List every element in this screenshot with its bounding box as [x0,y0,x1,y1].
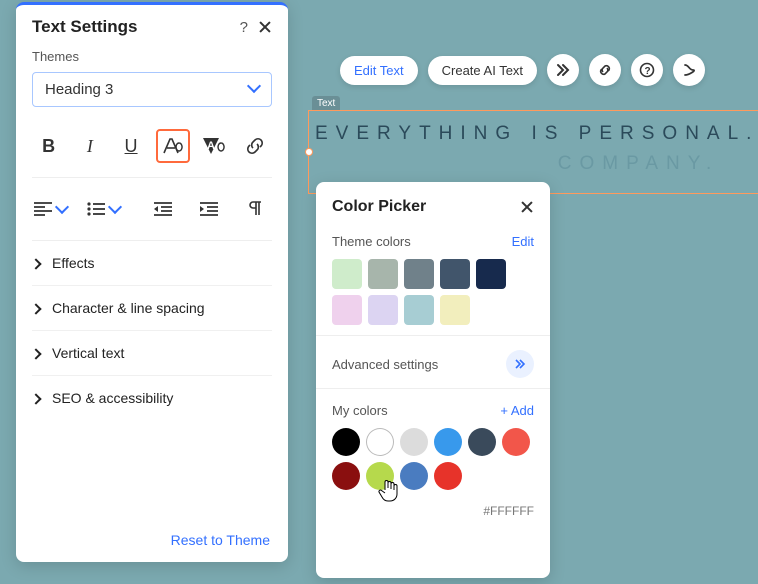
highlight-icon: A [202,136,226,156]
bold-button[interactable]: B [32,129,65,163]
underline-button[interactable]: U [114,129,147,163]
accordion-label: Vertical text [52,345,124,361]
accordion-label: SEO & accessibility [52,390,173,406]
help-icon[interactable]: ? [240,19,248,36]
create-ai-text-pill[interactable]: Create AI Text [428,56,537,85]
my-color-swatch[interactable] [400,462,428,490]
highlight-button[interactable]: A [198,129,231,163]
text-content: EVERYTHING IS PERSONAL. [315,123,758,144]
text-line-2: COMPANY. [309,153,758,175]
close-icon[interactable] [520,200,534,214]
close-icon[interactable] [258,20,272,34]
theme-color-swatch[interactable] [440,259,470,289]
theme-color-swatch[interactable] [368,259,398,289]
my-color-swatch[interactable] [366,462,394,490]
link-pill-icon[interactable] [589,54,621,86]
theme-colors-label: Theme colors [332,234,411,249]
advanced-settings-label: Advanced settings [332,357,438,372]
divider [316,335,550,336]
accordion-seo[interactable]: SEO & accessibility [32,376,272,420]
add-color-link[interactable]: + Add [500,403,534,418]
my-color-swatch[interactable] [434,428,462,456]
my-color-swatch[interactable] [400,428,428,456]
accordion-label: Effects [52,255,95,271]
element-type-label: Text [312,96,340,111]
accordion-effects[interactable]: Effects [32,241,272,286]
chevron-down-icon [110,199,120,220]
text-settings-panel: Text Settings ? Themes Heading 3 B I U [16,2,288,562]
link-button[interactable] [239,129,272,163]
theme-color-swatch[interactable] [332,295,362,325]
text-line-1: EVERYTHING IS PERSONAL. INCLUD [309,123,758,145]
chevron-down-icon [249,81,259,98]
svg-text:?: ? [645,66,651,77]
indent-button[interactable] [192,192,226,226]
align-button[interactable] [32,192,69,226]
list-button[interactable] [83,192,124,226]
advanced-settings-icon[interactable] [506,350,534,378]
my-color-swatch[interactable] [468,428,496,456]
panel-title: Text Settings [32,17,137,37]
my-color-swatch[interactable] [434,462,462,490]
my-color-swatch[interactable] [502,428,530,456]
action-pill-row: Edit Text Create AI Text ? [340,54,705,86]
accordion-label: Character & line spacing [52,300,205,316]
accordion-vertical[interactable]: Vertical text [32,331,272,376]
animation-pill-icon[interactable] [547,54,579,86]
reset-to-theme-link[interactable]: Reset to Theme [171,532,270,548]
theme-color-swatch[interactable] [368,295,398,325]
paragraph-toolbar [32,192,272,241]
theme-color-swatch[interactable] [440,295,470,325]
chevron-right-icon [32,390,40,406]
theme-color-swatch[interactable] [404,259,434,289]
my-colors-label: My colors [332,403,388,418]
italic-button[interactable]: I [73,129,106,163]
outdent-button[interactable] [146,192,180,226]
more-pill-icon[interactable] [673,54,705,86]
panel-title: Color Picker [332,198,426,216]
chevron-right-icon [32,300,40,316]
paragraph-rtl-icon [247,201,263,217]
theme-select[interactable]: Heading 3 [32,72,272,107]
text-color-icon [162,136,184,156]
theme-color-swatches [332,259,534,325]
rtl-button[interactable] [238,192,272,226]
divider [316,388,550,389]
link-icon [245,136,265,156]
my-color-swatches [332,428,534,490]
my-color-swatch[interactable] [332,428,360,456]
my-color-swatch[interactable] [332,462,360,490]
theme-color-swatch[interactable] [404,295,434,325]
resize-handle-left[interactable] [305,148,313,156]
outdent-icon [154,202,172,216]
edit-text-pill[interactable]: Edit Text [340,56,418,85]
theme-color-swatch[interactable] [476,259,506,289]
themes-label: Themes [32,49,272,64]
chevron-right-icon [32,345,40,361]
help-pill-icon[interactable]: ? [631,54,663,86]
hex-value: #FFFFFF [332,504,534,518]
text-color-button[interactable] [156,129,190,163]
bullet-list-icon [87,202,105,216]
indent-icon [200,202,218,216]
chevron-right-icon [32,255,40,271]
panel-header: Color Picker [332,198,534,216]
theme-select-value: Heading 3 [45,81,113,98]
accordion-spacing[interactable]: Character & line spacing [32,286,272,331]
theme-color-swatch[interactable] [332,259,362,289]
edit-theme-colors-link[interactable]: Edit [512,234,534,249]
accordion: Effects Character & line spacing Vertica… [32,241,272,420]
chevron-down-icon [57,199,67,220]
color-picker-panel: Color Picker Theme colors Edit Advanced … [316,182,550,578]
panel-header: Text Settings ? [16,5,288,49]
svg-text:A: A [207,140,215,152]
my-color-swatch[interactable] [366,428,394,456]
format-toolbar: B I U A [32,129,272,178]
align-left-icon [34,202,52,216]
